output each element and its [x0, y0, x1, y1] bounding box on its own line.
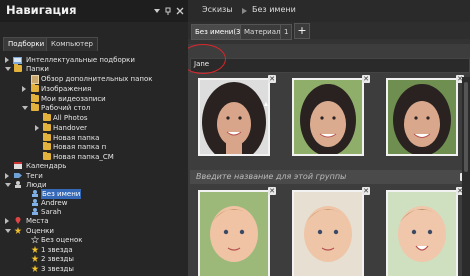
- remove-face-button[interactable]: ✕: [362, 187, 370, 195]
- tree-item-all-photos[interactable]: All Photos: [0, 113, 188, 123]
- remove-face-button[interactable]: ✕: [268, 75, 276, 83]
- collapse-arrow-icon[interactable]: [22, 106, 28, 110]
- browse-folders-icon: [31, 75, 39, 84]
- folder-icon: [31, 103, 39, 111]
- baby-face-photo: [388, 192, 456, 276]
- tree-item-unnamed[interactable]: Без имени: [0, 189, 188, 199]
- thumbnails-panel: Эскизы Без имени Без имени(33) Материалы…: [188, 0, 470, 276]
- tree-item-label: 2 звезды: [41, 255, 74, 263]
- baby-face-photo: [294, 192, 362, 276]
- thumbnails-header: Эскизы Без имени: [188, 0, 470, 22]
- tab-collections[interactable]: Подборки: [3, 37, 50, 51]
- woman-face-photo: [200, 80, 268, 154]
- tree-item-label: Новая папка п: [53, 143, 107, 151]
- scrollbar-thumb[interactable]: [464, 82, 468, 172]
- folder-icon: [43, 152, 51, 160]
- tree-item-1-star[interactable]: 1 звезда: [0, 246, 188, 255]
- folder-icon: [43, 113, 51, 121]
- star-icon: [31, 255, 39, 262]
- collapse-arrow-icon[interactable]: [5, 183, 11, 187]
- group-name-input[interactable]: Jane: [190, 58, 470, 73]
- collapse-arrow-icon[interactable]: [5, 67, 11, 71]
- tree-item-label: 3 звезды: [41, 265, 74, 273]
- tree-item-people[interactable]: Люди: [0, 181, 188, 190]
- breadcrumb-thumbnails[interactable]: Эскизы: [202, 5, 233, 14]
- tree-item-label: Рабочий стол: [41, 104, 91, 112]
- tab-computer[interactable]: Компьютер: [46, 37, 98, 51]
- tab-page-1[interactable]: 1: [280, 24, 293, 40]
- remove-face-button[interactable]: ✕: [362, 75, 370, 83]
- tree-item-desktop[interactable]: Рабочий стол: [0, 103, 188, 113]
- folder-icon: [43, 123, 51, 131]
- tree-item-handover[interactable]: Handover: [0, 123, 188, 133]
- folder-icon: [31, 84, 39, 92]
- tree-item-label: Календарь: [26, 162, 67, 170]
- people-icon: [15, 181, 21, 188]
- tree-item-2-stars[interactable]: 2 звезды: [0, 255, 188, 264]
- star-icon: [31, 265, 39, 272]
- tree-item-folders[interactable]: Папки: [0, 64, 188, 74]
- woman-face-photo: [388, 80, 456, 154]
- folder-icon: [31, 94, 39, 102]
- smart-album-icon: [13, 57, 22, 64]
- tree-item-label: Места: [26, 217, 49, 225]
- person-icon: [32, 208, 38, 215]
- face-thumbnail[interactable]: [386, 190, 458, 276]
- tree-item-label: Изображения: [41, 85, 92, 93]
- group-name-placeholder[interactable]: Введите название для этой группы: [190, 170, 466, 184]
- tree-item-label: Папки: [26, 65, 49, 73]
- tag-icon: [14, 173, 22, 178]
- star-outline-icon: [31, 236, 39, 243]
- remove-face-button[interactable]: ✕: [268, 187, 276, 195]
- person-icon: [32, 199, 38, 206]
- group-tabs: Без имени(33) Материалы 1: [188, 22, 470, 40]
- collapse-arrow-icon[interactable]: [5, 229, 11, 233]
- add-group-button[interactable]: +: [294, 23, 310, 39]
- face-thumbnail[interactable]: [198, 190, 270, 276]
- pin-icon: [15, 217, 21, 224]
- breadcrumb-current: Без имени: [252, 5, 296, 14]
- tree-item-label: Без оценок: [41, 236, 83, 244]
- star-icon: [14, 227, 22, 234]
- navigation-tabs: Подборки Компьютер: [0, 37, 188, 52]
- folder-icon: [43, 142, 51, 150]
- tree-item-3-stars[interactable]: 3 звезды: [0, 265, 188, 274]
- face-thumbnail[interactable]: [292, 190, 364, 276]
- pin-panel-icon[interactable]: [164, 7, 172, 15]
- navigation-title: Навигация: [6, 3, 77, 17]
- woman-face-photo: [294, 80, 362, 154]
- face-thumbnail[interactable]: [198, 78, 270, 156]
- folder-icon: [43, 133, 51, 141]
- expand-arrow-icon[interactable]: [5, 218, 9, 224]
- tree-item-label: All Photos: [53, 114, 88, 122]
- tree-item-ratings[interactable]: Оценки: [0, 227, 188, 236]
- tree-item-andrew[interactable]: Andrew: [0, 199, 188, 208]
- breadcrumb-separator-icon: [242, 8, 247, 14]
- tree-item-browse-folders[interactable]: Обзор дополнительных папок: [0, 75, 188, 84]
- panel-menu-icon[interactable]: [153, 7, 161, 15]
- expand-arrow-icon[interactable]: [5, 57, 9, 63]
- navigation-header: Навигация: [0, 0, 188, 22]
- baby-face-photo: [200, 192, 268, 276]
- tree-item-videos[interactable]: Мои видеозаписи: [0, 94, 188, 104]
- tree-item-label: Handover: [53, 124, 88, 132]
- expand-arrow-icon[interactable]: [35, 125, 39, 131]
- expand-arrow-icon[interactable]: [22, 86, 26, 92]
- tree-item-calendar[interactable]: Календарь: [0, 162, 188, 171]
- person-icon: [32, 190, 38, 197]
- face-thumbnail[interactable]: [386, 78, 458, 156]
- tree-item-places[interactable]: Места: [0, 217, 188, 226]
- calendar-icon: [14, 162, 22, 169]
- face-thumbnail[interactable]: [292, 78, 364, 156]
- tree-item-pictures[interactable]: Изображения: [0, 84, 188, 94]
- tree-item-new-folder-p[interactable]: Новая папка п: [0, 142, 188, 152]
- star-icon: [31, 246, 39, 253]
- expand-arrow-icon[interactable]: [5, 173, 9, 179]
- navigation-panel: Навигация Подборки Компьютер Интеллектуа…: [0, 0, 188, 276]
- tree-item-label: Обзор дополнительных папок: [41, 75, 153, 83]
- tree-item-no-rating[interactable]: Без оценок: [0, 236, 188, 245]
- folder-icon: [14, 64, 22, 72]
- close-panel-icon[interactable]: [176, 7, 184, 15]
